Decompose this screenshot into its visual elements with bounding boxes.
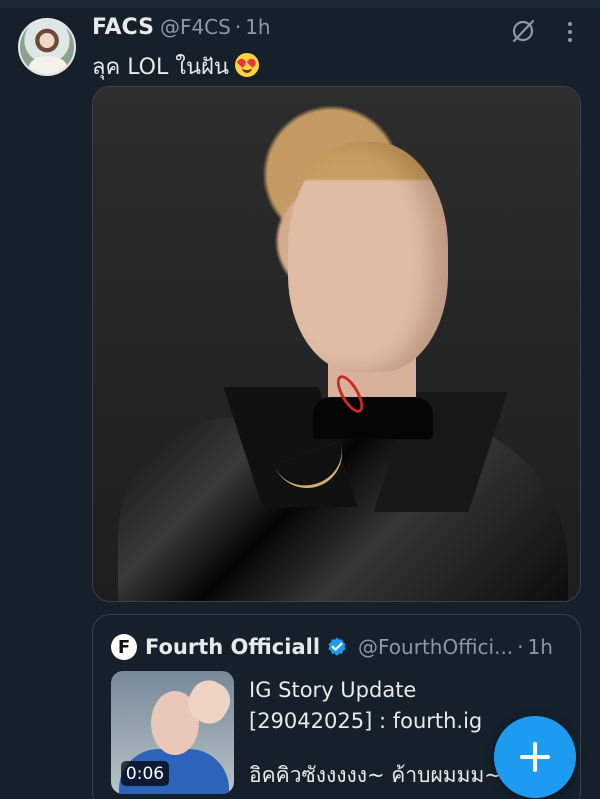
turtleneck bbox=[313, 397, 433, 439]
author-display-name[interactable]: FACS bbox=[92, 15, 154, 40]
header-separator: · bbox=[234, 15, 242, 39]
tweet-image-card[interactable] bbox=[92, 86, 581, 602]
compose-button[interactable] bbox=[494, 716, 576, 798]
tweet-header: FACS @F4CS · 1h bbox=[92, 15, 271, 45]
face bbox=[288, 142, 448, 372]
quoted-tweet-header: F Fourth Officiall @FourthOffici... · 1h bbox=[111, 633, 553, 661]
author-avatar[interactable] bbox=[18, 18, 76, 76]
plus-icon bbox=[520, 742, 550, 772]
more-dot bbox=[568, 30, 572, 34]
tweet-text-content: ลุค LOL ในฝัน bbox=[92, 55, 229, 80]
more-dot bbox=[568, 38, 572, 42]
tweet-text: ลุค LOL ในฝัน bbox=[92, 49, 259, 84]
verified-badge-icon bbox=[328, 637, 346, 656]
timeline-top-strip bbox=[0, 0, 600, 8]
quoted-video-thumbnail[interactable]: 0:06 bbox=[111, 671, 234, 794]
author-handle[interactable]: @F4CS bbox=[160, 15, 231, 39]
grok-icon[interactable] bbox=[510, 18, 536, 44]
quoted-author-avatar[interactable]: F bbox=[111, 634, 137, 660]
more-options-icon[interactable] bbox=[558, 18, 582, 46]
heart-eyes-emoji-icon bbox=[234, 53, 259, 77]
quoted-author-handle[interactable]: @FourthOffici... bbox=[358, 635, 513, 659]
more-dot bbox=[568, 22, 572, 26]
quoted-header-separator: · bbox=[517, 635, 524, 659]
emoji-mouth bbox=[241, 68, 252, 73]
quote-line-1: IG Story Update bbox=[249, 678, 417, 702]
black-satin-shirt bbox=[118, 417, 568, 601]
video-duration: 0:06 bbox=[121, 761, 169, 786]
quoted-author-name[interactable]: Fourth Officiall bbox=[145, 635, 320, 659]
tweet-time[interactable]: 1h bbox=[245, 15, 270, 39]
quoted-tweet-time[interactable]: 1h bbox=[528, 635, 553, 659]
